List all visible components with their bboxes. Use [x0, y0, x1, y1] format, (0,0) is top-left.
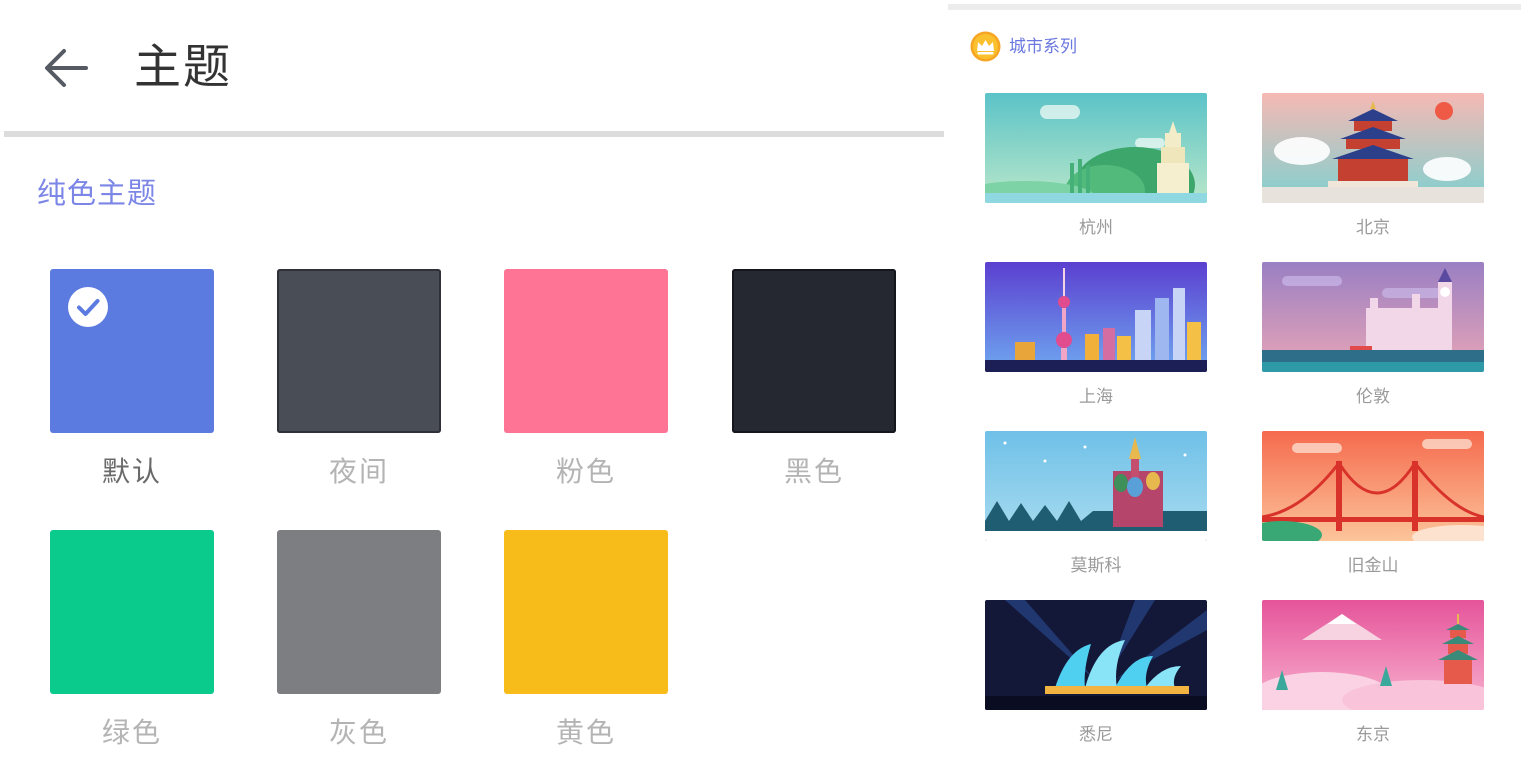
- beijing-illustration: [1262, 93, 1484, 203]
- theme-label-black: 黑色: [783, 455, 844, 488]
- sanfrancisco-illustration: [1262, 431, 1484, 541]
- theme-swatch-night: [277, 269, 441, 433]
- theme-label-green: 绿色: [101, 716, 162, 749]
- city-theme-moscow[interactable]: 莫斯科: [985, 431, 1207, 576]
- header-bar: 主题: [0, 0, 946, 134]
- back-button[interactable]: [40, 42, 92, 94]
- solid-theme-screen: 主题 纯色主题 默认 夜间 粉色 黑色 绿色 灰色 黄色: [0, 0, 946, 768]
- city-theme-tokyo[interactable]: 东京: [1262, 600, 1484, 745]
- city-section-title: 城市系列: [1009, 37, 1077, 57]
- city-theme-hangzhou[interactable]: 杭州: [985, 93, 1207, 238]
- theme-label-default: 默认: [101, 455, 162, 488]
- london-illustration: [1262, 262, 1484, 372]
- city-theme-sanfrancisco[interactable]: 旧金山: [1262, 431, 1484, 576]
- hangzhou-illustration: [985, 93, 1207, 203]
- arrow-left-icon: [45, 49, 88, 87]
- header-divider: [4, 131, 944, 137]
- theme-option-gray[interactable]: 灰色: [277, 530, 441, 749]
- theme-swatch-pink: [504, 269, 668, 433]
- theme-option-green[interactable]: 绿色: [50, 530, 214, 749]
- theme-label-pink: 粉色: [555, 455, 616, 488]
- city-label-shanghai: 上海: [1079, 387, 1113, 407]
- theme-option-pink[interactable]: 粉色: [504, 269, 668, 488]
- city-label-sydney: 悉尼: [1079, 725, 1113, 745]
- city-label-moscow: 莫斯科: [1070, 556, 1122, 576]
- theme-swatch-default: [50, 269, 214, 433]
- city-label-hangzhou: 杭州: [1079, 218, 1113, 238]
- theme-swatch-yellow: [504, 530, 668, 694]
- city-theme-sydney[interactable]: 悉尼: [985, 600, 1207, 745]
- city-label-sanfrancisco: 旧金山: [1347, 556, 1399, 576]
- theme-option-night[interactable]: 夜间: [277, 269, 441, 488]
- shanghai-illustration: [985, 262, 1207, 372]
- city-theme-beijing[interactable]: 北京: [1262, 93, 1484, 238]
- theme-label-night: 夜间: [328, 455, 389, 488]
- theme-swatch-black: [732, 269, 896, 433]
- city-theme-screen: 城市系列 杭州 北京 上海 伦敦 莫斯科 旧金山 悉尼 东京: [948, 0, 1521, 768]
- city-label-london: 伦敦: [1356, 387, 1390, 407]
- theme-option-default[interactable]: 默认: [50, 269, 214, 488]
- top-divider: [948, 4, 1521, 10]
- theme-label-yellow: 黄色: [555, 716, 616, 749]
- moscow-illustration: [985, 431, 1207, 541]
- city-theme-london[interactable]: 伦敦: [1262, 262, 1484, 407]
- theme-option-black[interactable]: 黑色: [732, 269, 896, 488]
- checkmark-icon: [68, 287, 108, 327]
- solid-section-title: 纯色主题: [37, 176, 158, 210]
- theme-swatch-green: [50, 530, 214, 694]
- sydney-illustration: [985, 600, 1207, 710]
- city-theme-shanghai[interactable]: 上海: [985, 262, 1207, 407]
- tokyo-illustration: [1262, 600, 1484, 710]
- page-title: 主题: [134, 40, 232, 95]
- theme-option-yellow[interactable]: 黄色: [504, 530, 668, 749]
- city-label-beijing: 北京: [1356, 218, 1390, 238]
- theme-swatch-gray: [277, 530, 441, 694]
- city-label-tokyo: 东京: [1356, 725, 1390, 745]
- crown-icon: [970, 31, 1001, 62]
- theme-label-gray: 灰色: [328, 716, 389, 749]
